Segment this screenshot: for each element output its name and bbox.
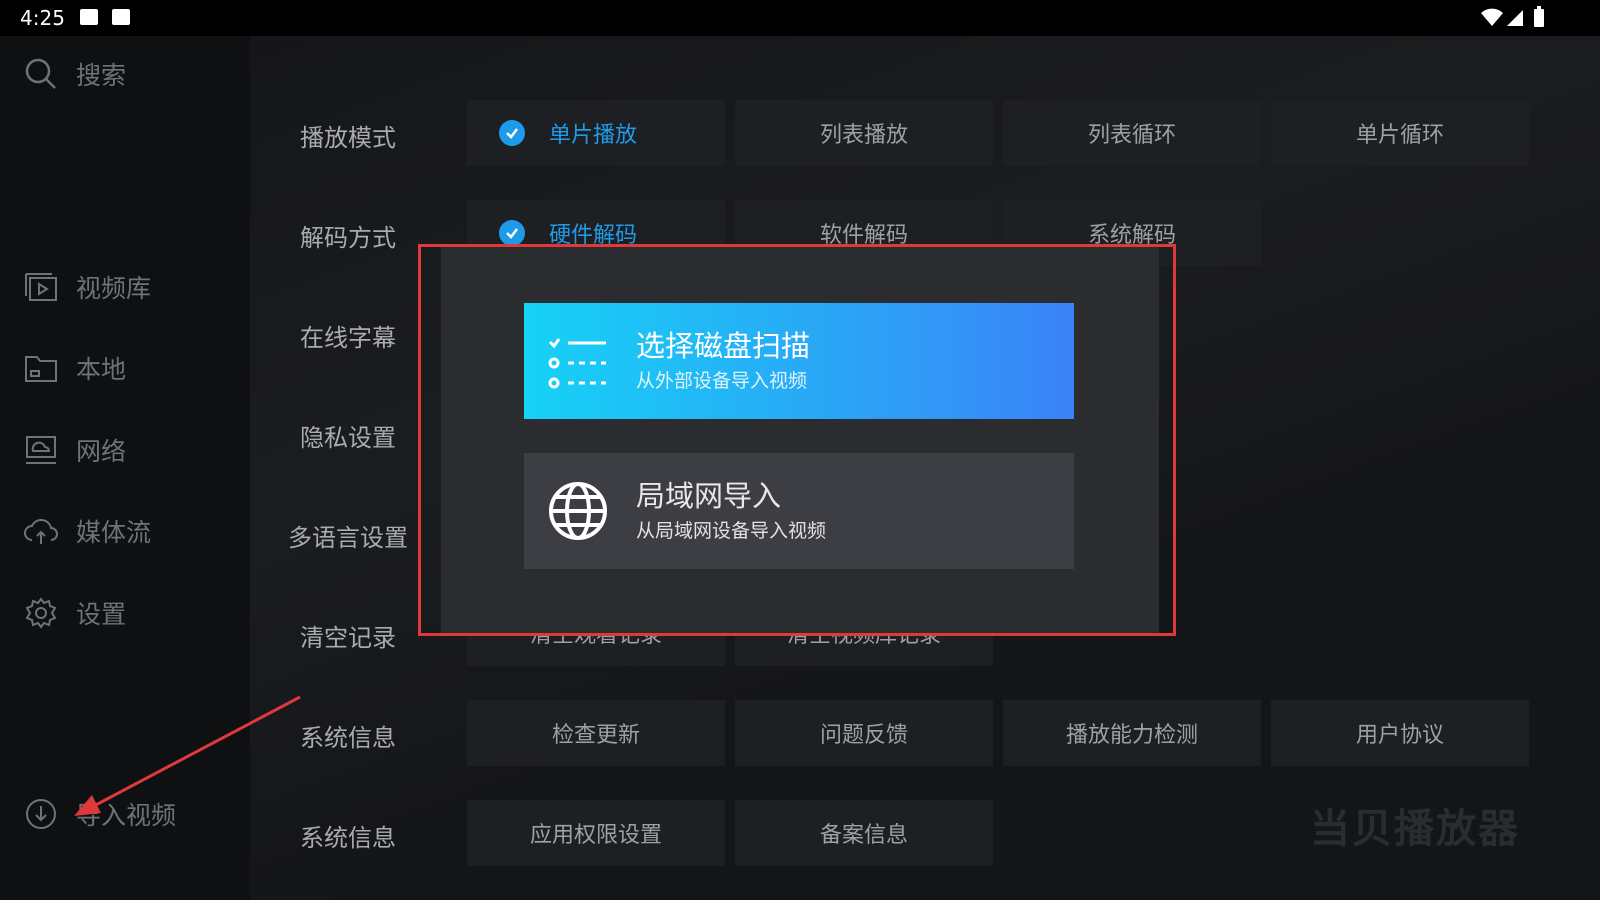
folder-icon — [25, 356, 57, 382]
globe-icon — [549, 482, 607, 540]
checklist-icon — [548, 338, 606, 389]
status-time: 4:25 — [20, 6, 65, 30]
lan-import-button[interactable]: 局域网导入 从局域网设备导入视频 — [524, 453, 1074, 569]
import-icon — [26, 799, 56, 829]
row-label-privacy: 隐私设置 — [300, 424, 396, 452]
row-label-online-subtitle: 在线字幕 — [300, 324, 396, 352]
sidebar-item-network[interactable]: 网络 — [24, 432, 126, 468]
sidebar-item-label: 本地 — [76, 355, 127, 384]
row-label-language: 多语言设置 — [288, 524, 408, 552]
option-list-loop[interactable]: 列表循环 — [1003, 100, 1261, 166]
option-app-permissions[interactable]: 应用权限设置 — [467, 800, 725, 866]
video-library-icon — [25, 273, 57, 301]
sidebar-item-video-library[interactable]: 视频库 — [24, 269, 151, 305]
app-notification-icon — [112, 9, 130, 25]
disk-scan-subtitle: 从外部设备导入视频 — [636, 370, 808, 392]
check-icon — [499, 120, 525, 146]
sidebar-search[interactable]: 搜索 — [24, 56, 126, 92]
watermark-logo: 当贝播放器 — [1310, 806, 1520, 852]
gear-icon — [25, 597, 57, 629]
row-label-system-info: 系统信息 — [300, 724, 396, 752]
sidebar-import-label: 导入视频 — [76, 801, 177, 830]
sidebar-item-label: 媒体流 — [76, 518, 152, 547]
lan-import-subtitle: 从局域网设备导入视频 — [636, 520, 827, 542]
row-label-decode: 解码方式 — [300, 224, 396, 252]
lan-import-title: 局域网导入 — [636, 479, 782, 513]
sidebar-search-label: 搜索 — [76, 61, 127, 90]
option-single-loop[interactable]: 单片循环 — [1271, 100, 1529, 166]
option-filing-info[interactable]: 备案信息 — [735, 800, 993, 866]
sidebar-item-local[interactable]: 本地 — [24, 350, 126, 386]
sidebar-item-settings[interactable]: 设置 — [24, 595, 126, 631]
sidebar: 搜索 视频库 本地 网络 媒体流 设置 导入视频 — [0, 36, 250, 900]
sidebar-item-label: 网络 — [76, 437, 127, 466]
option-user-agreement[interactable]: 用户协议 — [1271, 700, 1529, 766]
option-label: 单片播放 — [549, 123, 638, 148]
lan-import-text: 局域网导入 从局域网设备导入视频 — [636, 478, 826, 544]
disk-scan-title: 选择磁盘扫描 — [636, 329, 811, 363]
battery-icon — [1534, 6, 1544, 27]
network-icon — [26, 436, 56, 464]
search-icon — [25, 58, 56, 89]
check-icon — [499, 220, 525, 246]
disk-scan-text: 选择磁盘扫描 从外部设备导入视频 — [636, 328, 810, 394]
option-feedback[interactable]: 问题反馈 — [735, 700, 993, 766]
sidebar-item-label: 设置 — [76, 600, 127, 629]
signal-icon — [1507, 10, 1523, 26]
wifi-icon — [1481, 8, 1503, 26]
row-label-clear-records: 清空记录 — [300, 624, 396, 652]
option-single-play[interactable]: 单片播放 — [467, 100, 725, 166]
row-label-play-mode: 播放模式 — [300, 124, 396, 152]
sidebar-item-media-stream[interactable]: 媒体流 — [24, 513, 151, 549]
row-label-system-info-2: 系统信息 — [300, 824, 396, 852]
option-list-play[interactable]: 列表播放 — [735, 100, 993, 166]
image-notification-icon — [80, 9, 98, 25]
sidebar-item-label: 视频库 — [76, 274, 152, 303]
sidebar-import-video[interactable]: 导入视频 — [24, 796, 176, 832]
cloud-icon — [24, 518, 58, 544]
disk-scan-button[interactable]: 选择磁盘扫描 从外部设备导入视频 — [524, 303, 1074, 419]
option-check-update[interactable]: 检查更新 — [467, 700, 725, 766]
option-playback-capability-test[interactable]: 播放能力检测 — [1003, 700, 1261, 766]
status-bar: 4:25 — [0, 0, 1600, 36]
